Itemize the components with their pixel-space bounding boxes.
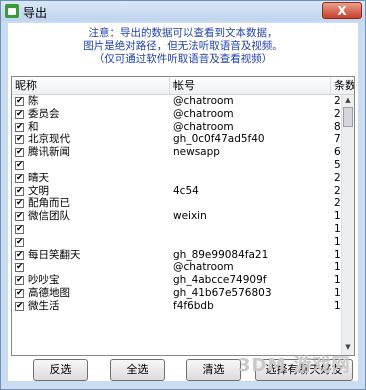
row-checkbox[interactable] <box>15 300 24 313</box>
table-row[interactable]: 1 <box>12 223 342 236</box>
table-row[interactable]: 北京现代gh_0c0f47ad5f407 <box>12 133 342 146</box>
table-row[interactable]: 晴天2 <box>12 172 342 185</box>
row-nickname: 文明 <box>28 184 49 197</box>
row-checkbox[interactable] <box>15 133 24 146</box>
row-checkbox[interactable] <box>15 223 24 236</box>
row-checkbox[interactable] <box>15 95 24 108</box>
row-nickname: 微生活 <box>28 299 60 312</box>
table-row[interactable]: 吵吵宝gh_4abcce74909f1 <box>12 274 342 287</box>
select-all-button[interactable]: 全选 <box>110 359 165 381</box>
row-account: @chatroom <box>173 261 234 274</box>
row-account: newsapp <box>173 146 220 159</box>
row-checkbox[interactable] <box>15 121 24 133</box>
row-account: gh_89e99084fa21 <box>173 248 269 261</box>
row-nickname: 腾讯新闻 <box>28 146 70 159</box>
row-account: gh_41b67e576803 <box>173 286 272 299</box>
notice-line-2: 图片是绝对路径，但无法听取语音及视频。 <box>83 40 283 52</box>
row-account: gh_4abcce74909f <box>173 274 267 287</box>
app-icon <box>5 4 19 18</box>
table-row[interactable]: 委员会@chatroom26 <box>12 107 347 121</box>
table-row[interactable]: 微信团队weixin1 <box>12 210 342 223</box>
header-account[interactable]: 帐号 <box>170 77 331 94</box>
row-account: 4c54 <box>173 184 199 197</box>
export-dialog: 导出 X 注意：导出的数据可以查看到文本数据， 图片是绝对路径，但无法听取语音及… <box>0 0 366 390</box>
row-nickname: 微信团队 <box>28 210 70 223</box>
row-checkbox[interactable] <box>15 236 24 249</box>
clear-selection-button[interactable]: 清选 <box>186 359 241 381</box>
row-account: f4f6bdb <box>173 299 214 312</box>
notice-line-1: 注意：导出的数据可以查看到文本数据， <box>88 27 278 39</box>
row-checkbox[interactable] <box>15 172 24 185</box>
dialog-body: 注意：导出的数据可以查看到文本数据， 图片是绝对路径，但无法听取语音及视频。 （… <box>8 23 358 381</box>
table-row[interactable]: 1 <box>12 236 342 249</box>
table-row[interactable]: 5 <box>12 159 342 172</box>
vertical-scrollbar[interactable]: ▲ ▼ <box>341 95 354 355</box>
row-checkbox[interactable] <box>15 261 24 274</box>
row-nickname: 北京现代 <box>28 133 70 146</box>
contacts-table: 昵称 帐号 条数 陈@chatroom27委员会@chatroom26和@cha… <box>11 76 355 356</box>
table-row[interactable]: 和@chatroom8 <box>12 120 342 133</box>
table-row[interactable]: 配角而已2 <box>12 197 342 210</box>
row-checkbox[interactable] <box>15 197 24 210</box>
row-nickname: 委员会 <box>28 107 60 120</box>
row-checkbox[interactable] <box>15 249 24 261</box>
table-row[interactable]: @chatroom1 <box>12 261 342 274</box>
row-nickname: 吵吵宝 <box>28 274 60 287</box>
row-account: @chatroom <box>173 120 234 133</box>
scroll-up-arrow-icon[interactable]: ▲ <box>343 96 353 107</box>
row-nickname: 配角而已 <box>28 197 70 210</box>
window-title: 导出 <box>23 6 48 20</box>
table-body: 陈@chatroom27委员会@chatroom26和@chatroom8北京现… <box>12 95 347 313</box>
table-row[interactable]: 微生活f4f6bdb1 <box>12 300 342 313</box>
row-account: @chatroom <box>173 95 234 107</box>
row-checkbox[interactable] <box>15 146 24 159</box>
table-row[interactable]: 高德地图gh_41b67e5768031 <box>12 287 342 300</box>
row-nickname: 陈 <box>28 95 39 107</box>
row-nickname: 晴天 <box>28 171 49 184</box>
scrollbar-thumb[interactable] <box>343 107 353 127</box>
title-bar[interactable]: 导出 X <box>1 1 365 21</box>
header-count[interactable]: 条数 <box>331 77 354 94</box>
close-button[interactable]: X <box>322 2 362 19</box>
site-watermark: 3DM 游戏网 <box>238 355 351 376</box>
row-checkbox[interactable] <box>15 159 24 172</box>
row-checkbox[interactable] <box>15 108 24 121</box>
row-checkbox[interactable] <box>15 185 24 197</box>
table-header: 昵称 帐号 条数 <box>12 77 354 95</box>
row-checkbox[interactable] <box>15 210 24 223</box>
table-row[interactable]: 每日笑翻天gh_89e99084fa211 <box>12 248 342 261</box>
row-account: weixin <box>173 210 207 223</box>
invert-selection-button[interactable]: 反选 <box>33 359 88 381</box>
row-nickname: 每日笑翻天 <box>28 248 81 261</box>
notice-line-3: （仅可通过软件听取语音及查看视频） <box>93 53 273 65</box>
table-row[interactable]: 陈@chatroom27 <box>12 95 347 108</box>
table-row[interactable]: 文明4c542 <box>12 184 342 197</box>
row-nickname: 和 <box>28 120 39 133</box>
table-row[interactable]: 腾讯新闻newsapp6 <box>12 146 342 159</box>
row-checkbox[interactable] <box>15 287 24 300</box>
row-account: gh_0c0f47ad5f40 <box>173 133 265 146</box>
notice-text: 注意：导出的数据可以查看到文本数据， 图片是绝对路径，但无法听取语音及视频。 （… <box>8 27 358 66</box>
header-nickname[interactable]: 昵称 <box>12 77 170 94</box>
row-nickname: 高德地图 <box>28 286 70 299</box>
row-checkbox[interactable] <box>15 274 24 287</box>
row-account: @chatroom <box>173 107 234 120</box>
